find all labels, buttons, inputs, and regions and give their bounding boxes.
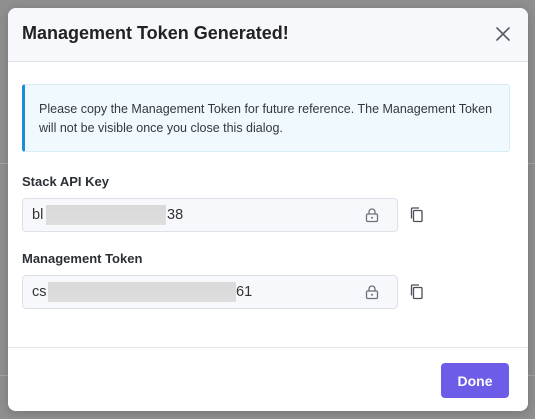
management-token-suffix: 61 — [236, 284, 253, 300]
token-dialog: Management Token Generated! Please copy … — [8, 8, 528, 411]
stack-api-key-label: Stack API Key — [22, 174, 109, 189]
stack-api-key-suffix: 38 — [167, 207, 184, 223]
background-divider — [527, 375, 535, 376]
management-token-field[interactable]: cs 61 — [22, 275, 398, 309]
redacted-value — [46, 205, 166, 225]
stack-api-key-field[interactable]: bl 38 — [22, 198, 398, 232]
close-icon — [496, 27, 510, 41]
background-divider — [0, 375, 8, 376]
management-token-prefix: cs — [32, 284, 47, 300]
copy-icon[interactable] — [408, 206, 426, 224]
dialog-header: Management Token Generated! — [8, 8, 528, 62]
background-divider — [527, 163, 535, 164]
dialog-footer: Done — [8, 347, 528, 411]
lock-icon — [365, 285, 379, 300]
stack-api-key-prefix: bl — [32, 207, 44, 223]
done-button[interactable]: Done — [441, 363, 509, 398]
dialog-title: Management Token Generated! — [22, 23, 289, 43]
background-divider — [0, 163, 8, 164]
management-token-label: Management Token — [22, 251, 143, 266]
redacted-value — [48, 282, 236, 302]
lock-icon — [365, 208, 379, 223]
copy-icon[interactable] — [408, 283, 426, 301]
close-button[interactable] — [492, 23, 514, 45]
info-notice: Please copy the Management Token for fut… — [22, 84, 510, 152]
